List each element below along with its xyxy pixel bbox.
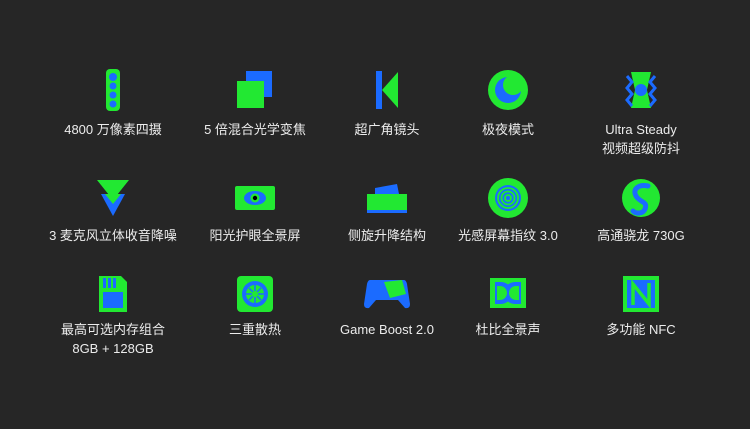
feature-stereo-speaker: 3 麦克风立体收音降噪 (38, 176, 188, 266)
memory-card-icon (99, 276, 127, 312)
feature-label: 5 倍混合光学变焦 (204, 122, 306, 137)
feature-hybrid-zoom: 5 倍混合光学变焦 (180, 68, 330, 158)
feature-dolby: 杜比全景声 (433, 272, 583, 362)
feature-label: 三重散热 (228, 322, 281, 337)
stereo-speaker-icon (97, 180, 129, 216)
quad-camera-icon (106, 69, 120, 111)
dolby-icon (490, 278, 526, 308)
steady-video-icon (625, 72, 657, 108)
feature-label: Ultra Steady 视频超级防抖 (601, 122, 680, 156)
gamepad-icon (364, 280, 410, 309)
feature-label: 最高可选内存组合 8GB + 128GB (60, 322, 165, 356)
feature-memory: 最高可选内存组合 8GB + 128GB (38, 272, 188, 372)
feature-label: 4800 万像素四摄 (64, 122, 162, 137)
feature-nfc: 多功能 NFC (566, 272, 716, 362)
fingerprint-icon (488, 178, 528, 218)
feature-label: 阳光护眼全景屏 (209, 228, 301, 243)
hybrid-zoom-icon (237, 71, 272, 108)
feature-label: 3 麦克风立体收音降噪 (49, 228, 177, 243)
feature-night-mode: 极夜模式 (433, 68, 583, 158)
feature-fingerprint: 光感屏幕指纹 3.0 (433, 176, 583, 266)
feature-steady-video: Ultra Steady 视频超级防抖 (566, 68, 716, 158)
ultra-wide-icon (376, 71, 398, 109)
night-mode-icon (488, 70, 528, 110)
feature-eye-care-screen: 阳光护眼全景屏 (180, 176, 330, 266)
feature-label: 极夜模式 (481, 122, 534, 137)
cooling-fan-icon (237, 276, 273, 312)
feature-label: 高通骁龙 730G (597, 228, 685, 243)
nfc-icon (623, 276, 659, 312)
feature-grid: 4800 万像素四摄 5 倍混合光学变焦 超广角镜头 极夜模式 Ultra St… (0, 0, 750, 429)
feature-cooling: 三重散热 (180, 272, 330, 362)
feature-quad-camera: 4800 万像素四摄 (38, 68, 188, 158)
pop-up-camera-icon (367, 184, 407, 213)
eye-care-screen-icon (235, 186, 275, 210)
feature-label: 光感屏幕指纹 3.0 (458, 228, 558, 243)
snapdragon-icon (622, 179, 660, 217)
feature-label: 杜比全景声 (475, 322, 541, 337)
feature-snapdragon: 高通骁龙 730G (566, 176, 716, 266)
feature-label: 多功能 NFC (606, 322, 676, 337)
